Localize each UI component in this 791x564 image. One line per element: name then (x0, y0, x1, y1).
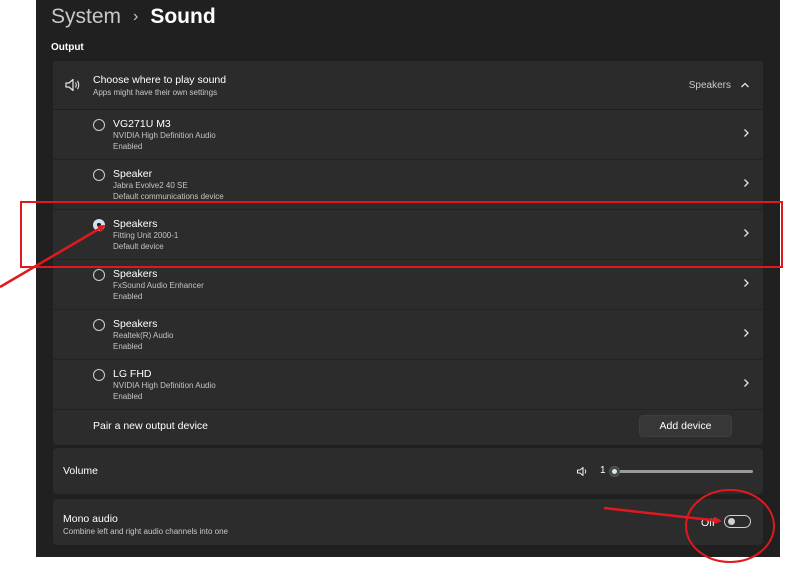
add-device-button[interactable]: Add device (639, 415, 732, 437)
output-header-subtitle: Apps might have their own settings (93, 88, 218, 97)
selected-output-device: Speakers (688, 80, 731, 91)
page-title: Sound (150, 5, 216, 28)
pair-output-device-row: Pair a new output device Add device (53, 409, 763, 445)
toggle-knob (728, 518, 735, 525)
device-status: Enabled (113, 342, 143, 351)
device-radio[interactable] (93, 369, 105, 381)
device-status: Default communications device (113, 192, 224, 201)
device-radio[interactable] (93, 269, 105, 281)
chevron-right-icon[interactable] (741, 127, 751, 139)
device-status: Default device (113, 242, 164, 251)
device-name: LG FHD (113, 368, 152, 380)
speaker-icon (65, 78, 80, 92)
volume-slider-thumb[interactable] (609, 466, 621, 477)
chevron-right-icon[interactable] (741, 327, 751, 339)
device-driver: NVIDIA High Definition Audio (113, 381, 216, 390)
pair-output-device-label: Pair a new output device (93, 420, 208, 432)
output-device-row-selected[interactable]: Speakers Fitting Unit 2000-1 Default dev… (53, 210, 763, 260)
output-header-title: Choose where to play sound (93, 74, 227, 86)
output-device-row[interactable]: Speaker Jabra Evolve2 40 SE Default comm… (53, 160, 763, 210)
device-radio[interactable] (93, 169, 105, 181)
volume-value: 1 (600, 465, 606, 476)
device-name: Speakers (113, 218, 158, 230)
mono-audio-card: Mono audio Combine left and right audio … (53, 499, 763, 545)
device-name: Speakers (113, 268, 158, 280)
device-driver: Fitting Unit 2000-1 (113, 231, 179, 240)
device-name: Speakers (113, 318, 158, 330)
mono-audio-state: Off (701, 517, 715, 529)
chevron-right-icon[interactable] (741, 227, 751, 239)
device-driver: NVIDIA High Definition Audio (113, 131, 216, 140)
output-device-row[interactable]: Speakers Realtek(R) Audio Enabled (53, 310, 763, 360)
volume-card: Volume 1 (53, 448, 763, 494)
mono-audio-description: Combine left and right audio channels in… (63, 527, 228, 536)
device-status: Enabled (113, 392, 143, 401)
device-status: Enabled (113, 142, 143, 151)
breadcrumb-parent[interactable]: System (51, 5, 121, 29)
device-name: VG271U M3 (113, 118, 171, 130)
device-driver: Jabra Evolve2 40 SE (113, 181, 188, 190)
settings-window: System › Sound Output Choose where to pl… (36, 0, 780, 557)
output-device-row[interactable]: VG271U M3 NVIDIA High Definition Audio E… (53, 110, 763, 160)
output-device-header[interactable]: Choose where to play sound Apps might ha… (53, 61, 763, 110)
device-driver: Realtek(R) Audio (113, 331, 174, 340)
breadcrumb: System › Sound (51, 2, 216, 32)
chevron-right-icon[interactable] (741, 377, 751, 389)
output-device-row[interactable]: LG FHD NVIDIA High Definition Audio Enab… (53, 360, 763, 410)
device-status: Enabled (113, 292, 143, 301)
breadcrumb-chevron-icon: › (133, 8, 139, 25)
volume-icon[interactable] (576, 465, 589, 478)
output-device-card: Choose where to play sound Apps might ha… (53, 61, 763, 445)
chevron-up-icon[interactable] (739, 79, 751, 91)
volume-slider[interactable] (609, 466, 753, 477)
volume-label: Volume (63, 465, 99, 477)
output-device-row[interactable]: Speakers FxSound Audio Enhancer Enabled (53, 260, 763, 310)
device-driver: FxSound Audio Enhancer (113, 281, 204, 290)
mono-audio-toggle[interactable] (724, 515, 751, 528)
mono-audio-label: Mono audio (63, 513, 118, 525)
device-name: Speaker (113, 168, 153, 180)
device-radio[interactable] (93, 319, 105, 331)
chevron-right-icon[interactable] (741, 177, 751, 189)
chevron-right-icon[interactable] (741, 277, 751, 289)
device-radio-selected[interactable] (93, 219, 105, 231)
section-label-output: Output (51, 42, 84, 53)
device-radio[interactable] (93, 119, 105, 131)
